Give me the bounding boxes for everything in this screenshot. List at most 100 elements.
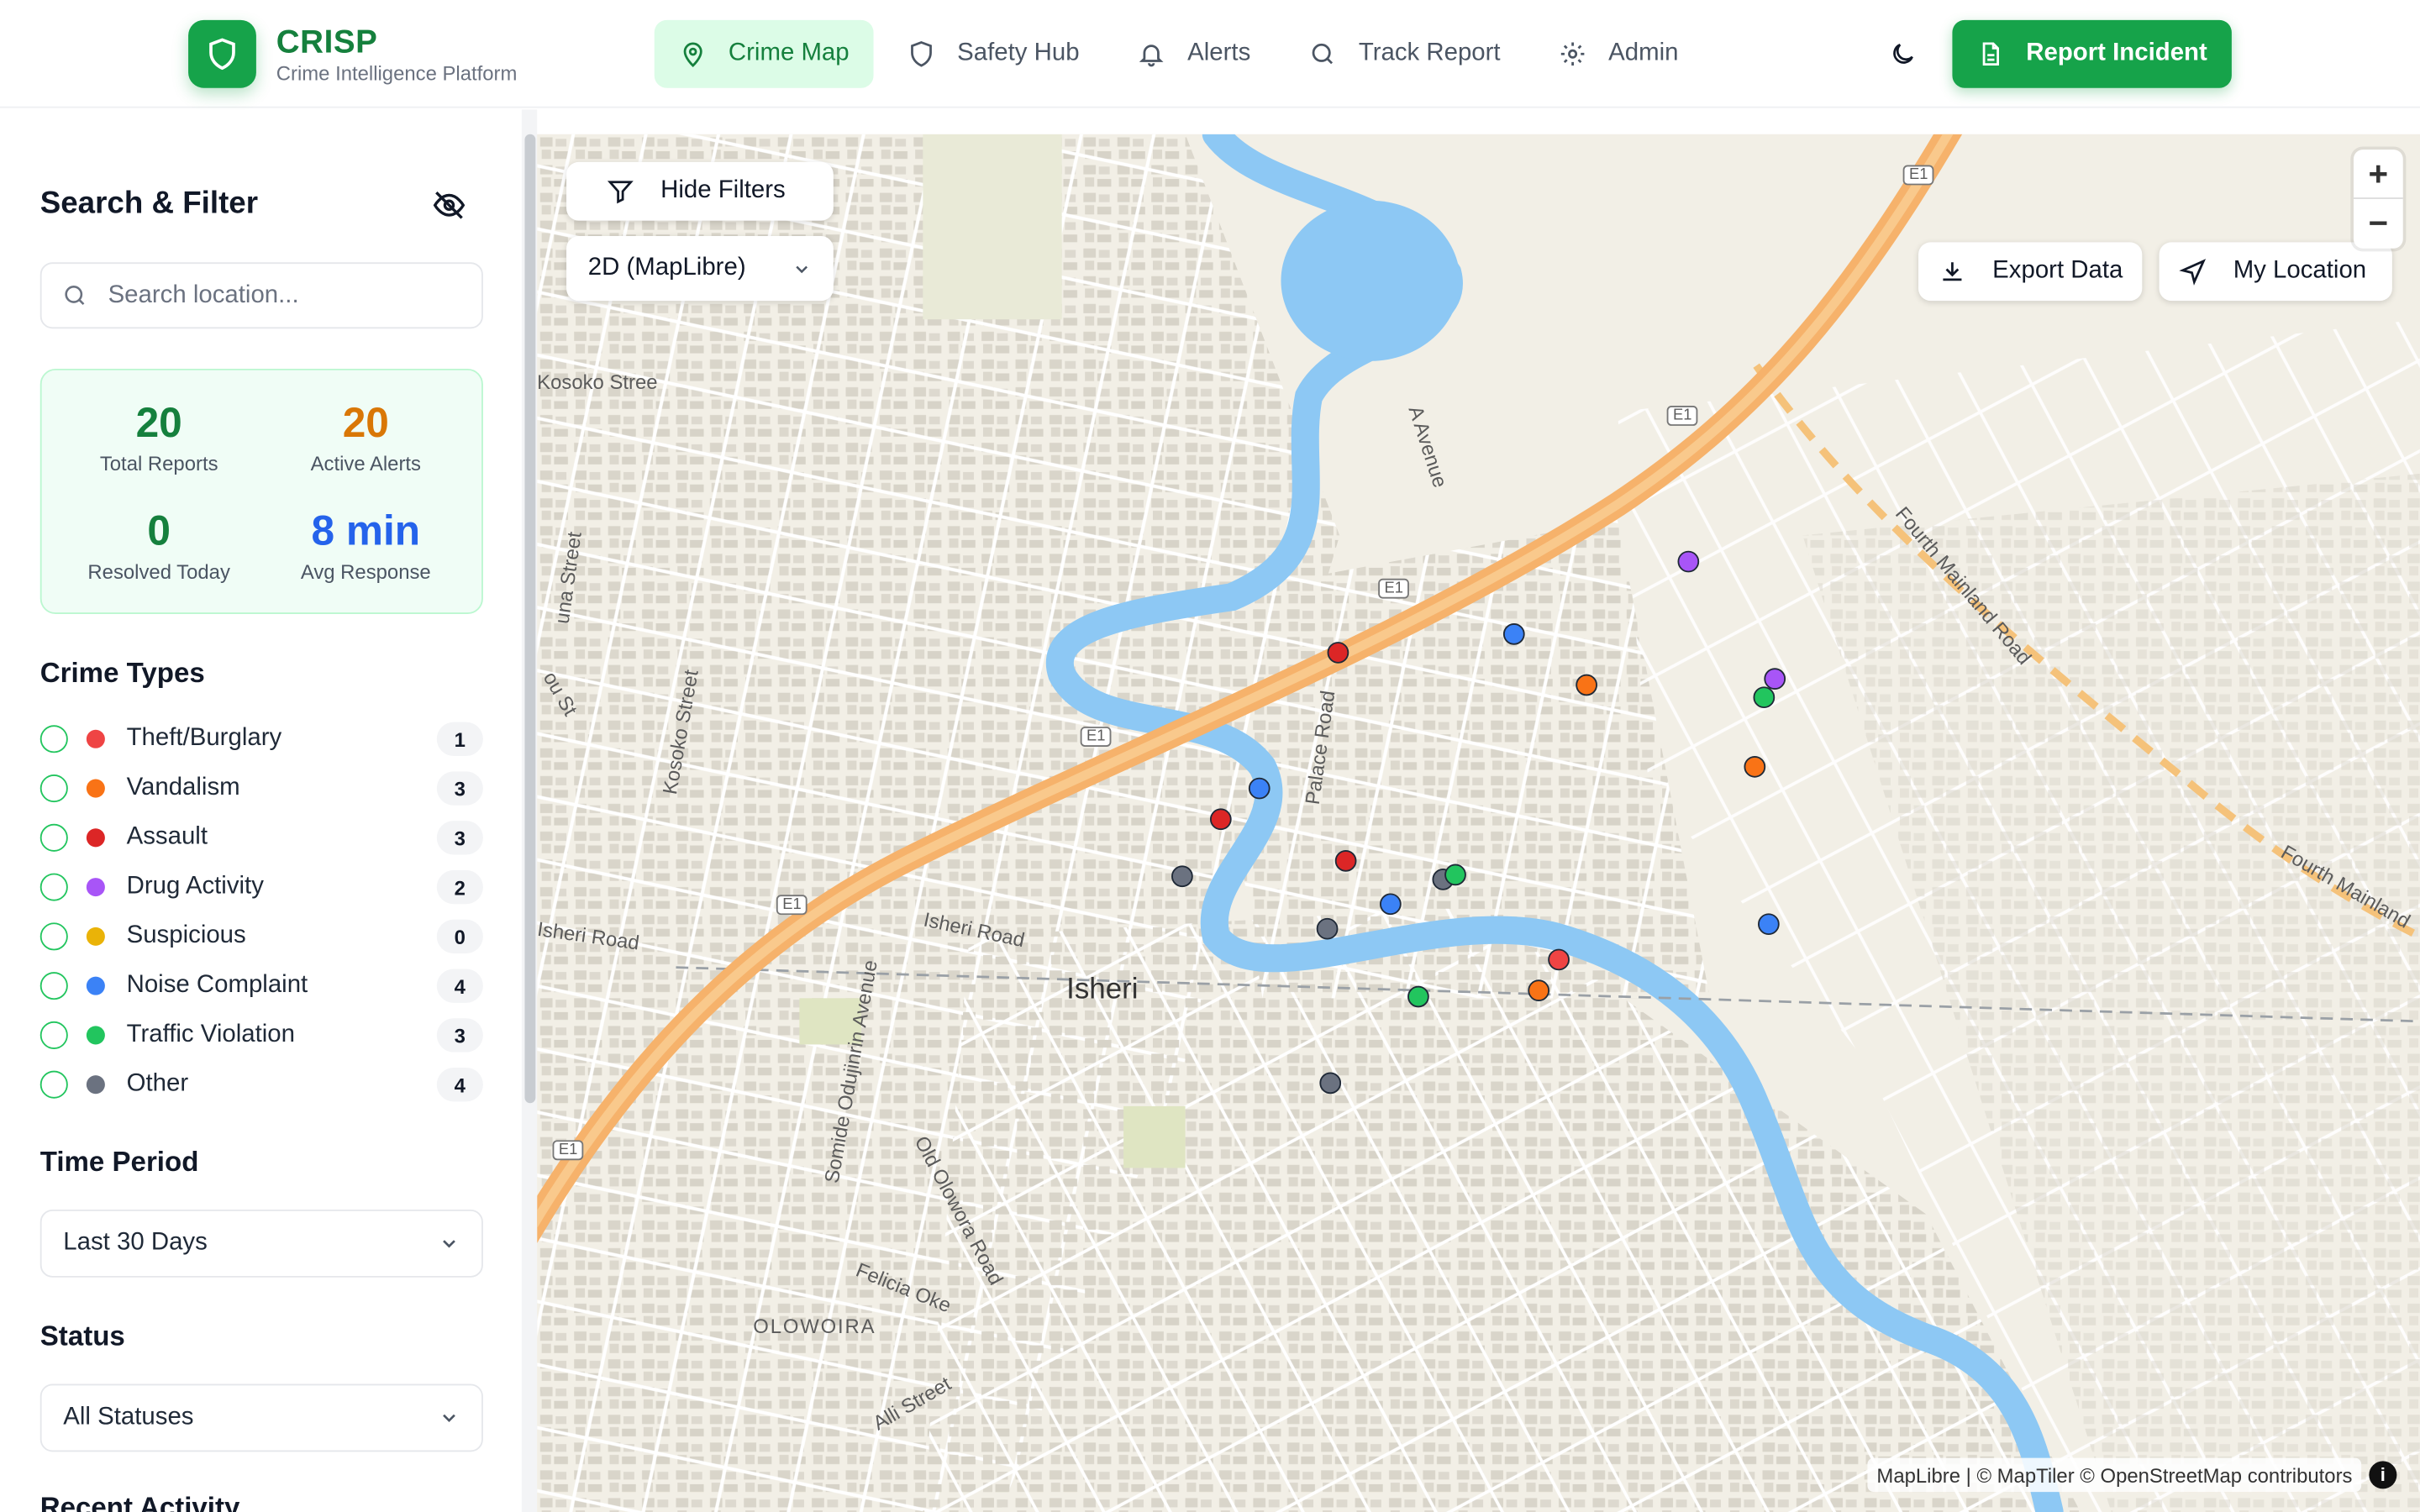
theme-toggle-button[interactable] — [1881, 33, 1924, 76]
crime-type-vandalism[interactable]: Vandalism 3 — [39, 771, 483, 806]
crime-type-count: 3 — [436, 1018, 483, 1053]
incident-marker[interactable] — [1576, 674, 1597, 696]
nav-crime-map[interactable]: Crime Map — [654, 19, 875, 88]
incident-marker[interactable] — [1753, 686, 1776, 709]
nav-admin[interactable]: Admin — [1534, 20, 1703, 88]
crime-type-radio[interactable] — [39, 1021, 68, 1049]
crime-type-radio[interactable] — [39, 774, 68, 803]
nav-label: Safety Hub — [957, 39, 1080, 66]
crime-type-radio[interactable] — [39, 972, 68, 1000]
map-base-layer — [537, 134, 2420, 1512]
crime-type-assault[interactable]: Assault 3 — [39, 821, 483, 855]
map-pin-icon — [683, 42, 702, 67]
brand-subtitle: Crime Intelligence Platform — [276, 61, 518, 86]
crime-type-radio[interactable] — [39, 823, 68, 852]
crime-type-count: 4 — [436, 969, 483, 1003]
incident-marker[interactable] — [1327, 642, 1349, 664]
incident-marker[interactable] — [1319, 1072, 1342, 1095]
incident-marker[interactable] — [1380, 893, 1402, 916]
crime-type-count: 0 — [436, 919, 483, 954]
incident-marker[interactable] — [1502, 623, 1525, 645]
crime-type-radio[interactable] — [39, 1070, 68, 1099]
sidebar-title: Search & Filter — [39, 186, 259, 221]
stat-label: Active Alerts — [310, 452, 421, 475]
crime-type-count: 3 — [436, 821, 483, 855]
chevron-down-icon — [796, 265, 808, 273]
filter-icon — [607, 181, 634, 204]
crime-map[interactable]: Isheri Isheri Road Isheri Road Kosoko St… — [537, 134, 2420, 1512]
color-dot — [86, 729, 105, 748]
document-icon — [1982, 42, 1999, 66]
hide-filters-button[interactable]: Hide Filters — [566, 161, 834, 221]
crime-type-radio[interactable] — [39, 725, 68, 753]
crime-type-other[interactable]: Other 4 — [39, 1067, 483, 1102]
download-icon — [1943, 262, 1962, 281]
stat-avg-response: 8 min Avg Response — [262, 507, 469, 583]
nav-safety-hub[interactable]: Safety Hub — [883, 20, 1104, 88]
export-data-label: Export Data — [1992, 257, 2123, 284]
crime-type-label: Theft/Burglary — [126, 725, 282, 752]
map-label-e1: E1 — [552, 1140, 584, 1161]
export-data-button[interactable]: Export Data — [1918, 242, 2143, 302]
crime-type-suspicious[interactable]: Suspicious 0 — [39, 919, 483, 954]
filter-sidebar: Search & Filter 20 Total Reports 20 Acti… — [0, 109, 525, 1512]
logo[interactable] — [188, 19, 256, 88]
map-label-isheri: Isheri — [1066, 973, 1139, 1006]
my-location-button[interactable]: My Location — [2159, 242, 2392, 302]
incident-marker[interactable] — [1334, 850, 1357, 872]
map-label-e1: E1 — [776, 895, 808, 916]
incident-marker[interactable] — [1677, 550, 1700, 573]
info-icon[interactable]: i — [2369, 1461, 2397, 1489]
crime-type-theft[interactable]: Theft/Burglary 1 — [39, 722, 483, 756]
crime-type-traffic-violation[interactable]: Traffic Violation 3 — [39, 1018, 483, 1053]
map-label-e1: E1 — [1080, 727, 1112, 747]
crime-type-label: Vandalism — [126, 774, 240, 801]
incident-marker[interactable] — [1444, 864, 1466, 886]
nav-alerts[interactable]: Alerts — [1113, 20, 1276, 88]
eye-off-icon[interactable] — [432, 188, 466, 222]
incident-marker[interactable] — [1316, 917, 1339, 940]
hide-filters-label: Hide Filters — [660, 177, 786, 204]
view-mode-select[interactable]: 2D (MapLibre) — [566, 236, 834, 302]
search-input[interactable] — [108, 281, 448, 310]
color-dot — [86, 779, 105, 798]
crime-type-radio[interactable] — [39, 922, 68, 951]
crime-type-label: Noise Complaint — [126, 972, 308, 999]
status-select[interactable]: All Statuses — [39, 1383, 483, 1452]
time-period-select[interactable]: Last 30 Days — [39, 1209, 483, 1278]
incident-marker[interactable] — [1758, 913, 1780, 936]
color-dot — [86, 927, 105, 946]
stats-panel: 20 Total Reports 20 Active Alerts 0 Reso… — [39, 368, 483, 615]
crime-type-count: 1 — [436, 722, 483, 756]
shield-icon — [911, 41, 933, 67]
color-dot — [86, 1026, 105, 1045]
nav-track-report[interactable]: Track Report — [1285, 20, 1525, 88]
chevron-down-icon — [443, 1240, 455, 1248]
incident-marker[interactable] — [1248, 777, 1270, 800]
map-attribution[interactable]: MapLibre | © MapTiler © OpenStreetMap co… — [1867, 1457, 2362, 1493]
crime-type-label: Drug Activity — [126, 873, 264, 900]
color-dot — [86, 976, 105, 995]
bell-icon — [1139, 45, 1165, 67]
incident-marker[interactable] — [1209, 808, 1232, 831]
incident-marker[interactable] — [1744, 755, 1766, 778]
zoom-out-button[interactable]: − — [2354, 199, 2403, 249]
zoom-in-button[interactable]: + — [2353, 150, 2403, 199]
crime-type-drug-activity[interactable]: Drug Activity 2 — [39, 869, 483, 905]
incident-marker[interactable] — [1171, 865, 1193, 888]
map-label-olowoira: OLOWOIRA — [753, 1314, 876, 1338]
sidebar-scrollbar[interactable] — [524, 134, 536, 1104]
map-label-kosoko-street-north: Kosoko Stree — [537, 370, 658, 394]
shield-logo-icon — [209, 38, 235, 71]
incident-marker[interactable] — [1548, 948, 1570, 971]
report-incident-button[interactable]: Report Incident — [1952, 19, 2232, 88]
map-label-e1: E1 — [1378, 578, 1410, 599]
incident-marker[interactable] — [1407, 985, 1429, 1008]
crime-type-noise-complaint[interactable]: Noise Complaint 4 — [39, 969, 483, 1003]
stat-label: Resolved Today — [87, 559, 230, 584]
incident-marker[interactable] — [1528, 979, 1550, 1002]
moon-icon — [1893, 43, 1913, 64]
location-search-box[interactable] — [39, 262, 483, 329]
crime-type-radio[interactable] — [39, 873, 68, 901]
stat-value: 20 — [342, 399, 389, 446]
